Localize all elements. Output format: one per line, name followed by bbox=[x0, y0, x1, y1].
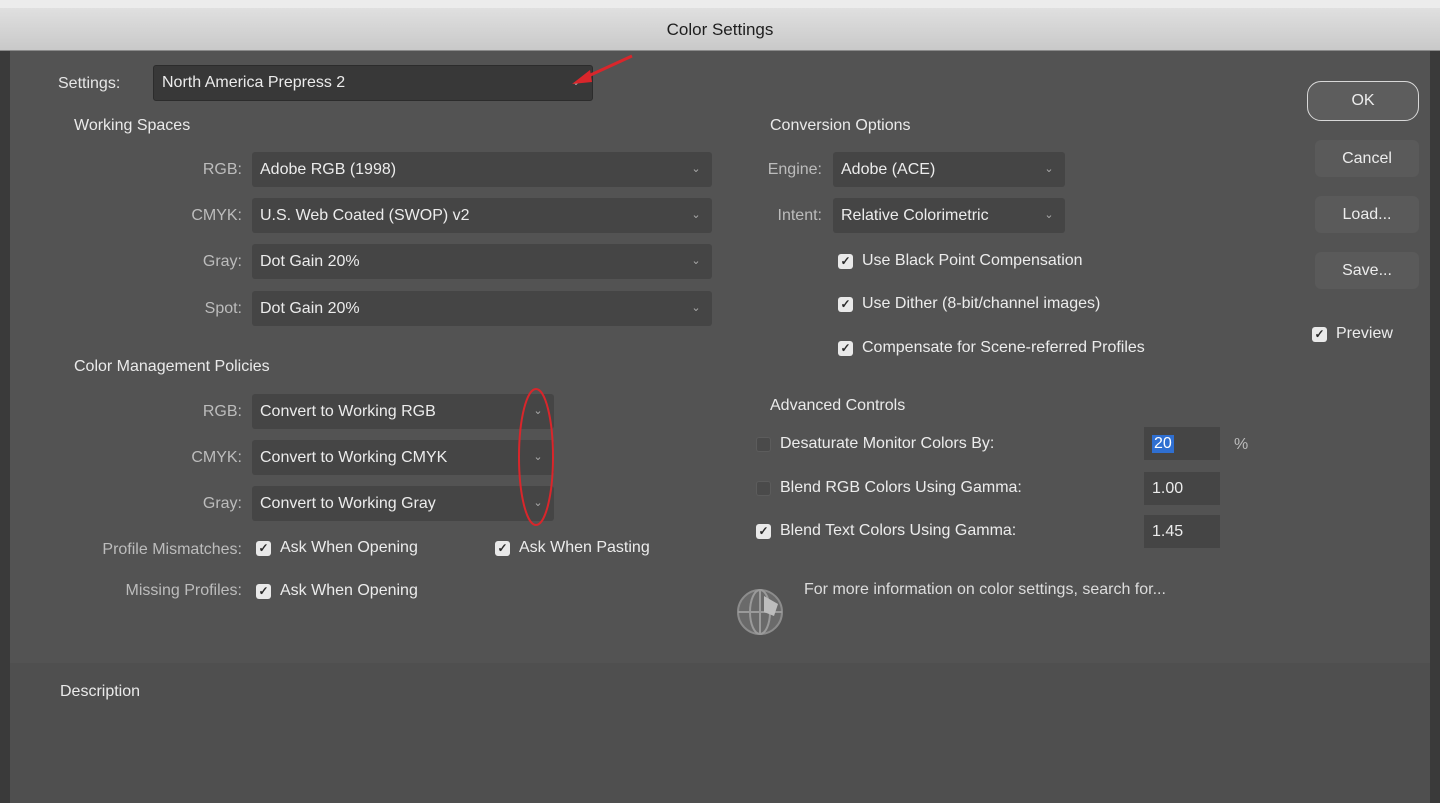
policy-gray-label: Gray: bbox=[202, 495, 242, 512]
chevron-down-icon: ⌄ bbox=[691, 254, 701, 267]
ws-spot-value: Dot Gain 20% bbox=[260, 299, 360, 317]
ws-gray-label: Gray: bbox=[202, 253, 242, 270]
ws-spot-dropdown[interactable]: Dot Gain 20% ⌄ bbox=[252, 291, 712, 326]
annotation-ellipse bbox=[518, 388, 554, 526]
blend-rgb-value: 1.00 bbox=[1152, 479, 1184, 497]
settings-dropdown[interactable]: North America Prepress 2 ⌄ bbox=[153, 65, 593, 101]
settings-label: Settings: bbox=[58, 75, 121, 92]
window-title: Color Settings bbox=[666, 20, 774, 39]
title-bar: Color Settings bbox=[0, 0, 1440, 51]
policy-cmyk-dropdown[interactable]: Convert to Working CMYK ⌄ bbox=[252, 440, 554, 475]
chevron-down-icon: ⌄ bbox=[691, 301, 701, 314]
engine-label: Engine: bbox=[767, 161, 822, 178]
mismatch-pasting-checkbox[interactable]: ✓ bbox=[495, 541, 510, 556]
annotation-arrow bbox=[572, 54, 633, 84]
description-heading: Description bbox=[60, 683, 141, 700]
policies-heading: Color Management Policies bbox=[74, 358, 270, 375]
chevron-down-icon: ⌄ bbox=[1044, 162, 1054, 175]
policy-gray-value: Convert to Working Gray bbox=[260, 494, 436, 512]
color-settings-dialog: Settings: North America Prepress 2 ⌄ Wor… bbox=[10, 51, 1430, 803]
globe-icon[interactable] bbox=[734, 586, 786, 638]
conversion-heading: Conversion Options bbox=[770, 117, 911, 134]
settings-value: North America Prepress 2 bbox=[162, 74, 346, 91]
ws-gray-value: Dot Gain 20% bbox=[260, 252, 360, 270]
intent-label: Intent: bbox=[777, 207, 822, 224]
ws-cmyk-value: U.S. Web Coated (SWOP) v2 bbox=[260, 206, 470, 224]
blend-text-value: 1.45 bbox=[1152, 522, 1184, 540]
blend-text-checkbox[interactable]: ✓ bbox=[756, 524, 771, 539]
scene-referred-label: Compensate for Scene-referred Profiles bbox=[862, 339, 1145, 356]
scene-referred-checkbox[interactable]: ✓ bbox=[838, 341, 853, 356]
cancel-button[interactable]: Cancel bbox=[1315, 140, 1419, 177]
load-button[interactable]: Load... bbox=[1315, 196, 1419, 233]
blend-text-label: Blend Text Colors Using Gamma: bbox=[780, 522, 1017, 539]
dither-checkbox[interactable]: ✓ bbox=[838, 297, 853, 312]
engine-dropdown[interactable]: Adobe (ACE) ⌄ bbox=[833, 152, 1065, 187]
missing-opening-checkbox[interactable]: ✓ bbox=[256, 584, 271, 599]
missing-profiles-label: Missing Profiles: bbox=[125, 582, 242, 599]
ws-rgb-label: RGB: bbox=[202, 161, 242, 178]
save-button[interactable]: Save... bbox=[1315, 252, 1419, 289]
chevron-down-icon: ⌄ bbox=[1044, 208, 1054, 221]
blend-text-input[interactable]: 1.45 bbox=[1144, 515, 1220, 548]
engine-value: Adobe (ACE) bbox=[841, 160, 936, 178]
description-panel: Description bbox=[10, 663, 1430, 803]
ws-cmyk-label: CMYK: bbox=[191, 207, 242, 224]
ws-cmyk-dropdown[interactable]: U.S. Web Coated (SWOP) v2 ⌄ bbox=[252, 198, 712, 233]
missing-opening-label: Ask When Opening bbox=[280, 582, 418, 599]
blend-rgb-checkbox[interactable]: ✓ bbox=[756, 481, 771, 496]
policy-cmyk-label: CMYK: bbox=[191, 449, 242, 466]
policy-gray-dropdown[interactable]: Convert to Working Gray ⌄ bbox=[252, 486, 554, 521]
preview-checkbox[interactable]: ✓ bbox=[1312, 327, 1327, 342]
ws-spot-label: Spot: bbox=[204, 300, 242, 317]
ok-button[interactable]: OK bbox=[1307, 81, 1419, 121]
policy-rgb-label: RGB: bbox=[202, 403, 242, 420]
intent-value: Relative Colorimetric bbox=[841, 206, 989, 224]
info-text: For more information on color settings, … bbox=[804, 581, 1166, 598]
mismatch-opening-label: Ask When Opening bbox=[280, 539, 418, 556]
black-point-label: Use Black Point Compensation bbox=[862, 252, 1083, 269]
policy-rgb-value: Convert to Working RGB bbox=[260, 402, 436, 420]
working-spaces-heading: Working Spaces bbox=[74, 117, 191, 134]
desaturate-label: Desaturate Monitor Colors By: bbox=[780, 435, 995, 452]
mismatch-pasting-label: Ask When Pasting bbox=[519, 539, 650, 556]
ws-gray-dropdown[interactable]: Dot Gain 20% ⌄ bbox=[252, 244, 712, 279]
policy-rgb-dropdown[interactable]: Convert to Working RGB ⌄ bbox=[252, 394, 554, 429]
desaturate-checkbox[interactable]: ✓ bbox=[756, 437, 771, 452]
advanced-heading: Advanced Controls bbox=[770, 397, 906, 414]
black-point-checkbox[interactable]: ✓ bbox=[838, 254, 853, 269]
mismatch-opening-checkbox[interactable]: ✓ bbox=[256, 541, 271, 556]
title-bar-strip bbox=[0, 0, 1440, 8]
chevron-down-icon: ⌄ bbox=[691, 208, 701, 221]
intent-dropdown[interactable]: Relative Colorimetric ⌄ bbox=[833, 198, 1065, 233]
preview-label: Preview bbox=[1336, 325, 1393, 342]
percent-label: % bbox=[1234, 436, 1249, 453]
ws-rgb-value: Adobe RGB (1998) bbox=[260, 160, 397, 178]
blend-rgb-label: Blend RGB Colors Using Gamma: bbox=[780, 479, 1022, 496]
policy-cmyk-value: Convert to Working CMYK bbox=[260, 448, 448, 466]
dither-label: Use Dither (8-bit/channel images) bbox=[862, 295, 1101, 312]
desaturate-value: 20 bbox=[1152, 434, 1174, 453]
ws-rgb-dropdown[interactable]: Adobe RGB (1998) ⌄ bbox=[252, 152, 712, 187]
desaturate-input[interactable]: 20 bbox=[1144, 427, 1220, 460]
chevron-down-icon: ⌄ bbox=[691, 162, 701, 175]
blend-rgb-input[interactable]: 1.00 bbox=[1144, 472, 1220, 505]
profile-mismatches-label: Profile Mismatches: bbox=[102, 541, 242, 558]
